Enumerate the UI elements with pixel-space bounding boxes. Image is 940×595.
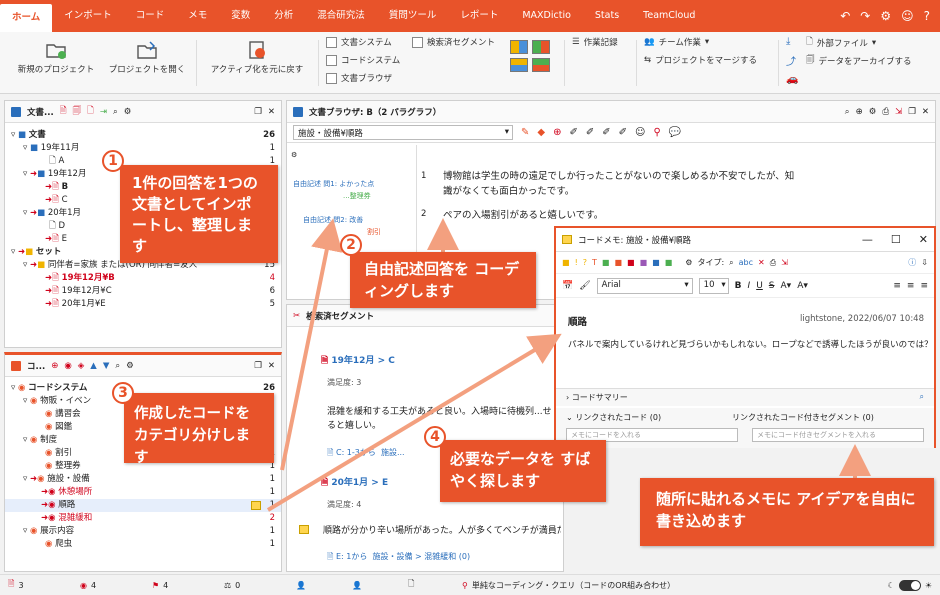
status-value: 0 [235,580,241,590]
doc-icon: 🗋 [408,579,415,588]
callout-text: 作成したコードを カテゴリ分けします [134,406,250,466]
callout-text: 自由記述回答を コーディングします [364,260,520,300]
callout-import: 1件の回答を1つの文書としてインポートし、整理します [120,165,278,263]
user-icon: 👤 [352,580,362,590]
moon-icon: ☾ [887,580,895,590]
status-user[interactable]: 👤 [288,581,344,590]
status-doc[interactable]: 🗋 [400,578,456,592]
status-docs[interactable]: 🗎 3 [0,578,72,592]
status-segments[interactable]: ⚑ 4 [144,581,216,590]
segments-icon: ⚑ [152,580,160,590]
user-icon: 👤 [296,580,306,590]
callout-number: 1 [102,150,124,172]
callout-categorize: 作成したコードを カテゴリ分けします [124,393,274,466]
status-codes[interactable]: ◉ 4 [72,581,144,590]
sun-icon: ☀ [924,580,932,590]
callout-text: 随所に貼れるメモに アイデアを自由に書き込めます [656,490,916,530]
query-icon: ⚲ [462,580,468,590]
status-value: 4 [90,580,97,590]
callout-search: 必要なデータを すばやく探します [440,440,606,502]
callout-memo: 随所に貼れるメモに アイデアを自由に書き込めます [640,478,934,546]
callout-number: 3 [112,382,134,404]
arrow-to-browser [280,218,343,471]
code-icon: ◉ [80,580,87,590]
weight-icon: ⚖ [224,580,232,590]
status-query-text: 単純なコーディング・クエリ（コードのOR組み合わせ） [471,580,676,590]
callout-number: 2 [340,234,362,256]
status-query[interactable]: ⚲ 単純なコーディング・クエリ（コードのOR組み合わせ） [456,580,675,591]
status-user-alt[interactable]: 👤 [344,581,400,590]
callout-number: 4 [424,426,446,448]
status-value: 3 [18,580,24,590]
status-weight[interactable]: ⚖ 0 [216,581,288,590]
doc-icon: 🗎 [8,579,15,588]
status-value: 4 [163,580,169,590]
callout-coding: 自由記述回答を コーディングします [350,252,536,308]
callout-text: 1件の回答を1つの文書としてインポートし、整理します [132,174,258,255]
theme-toggle[interactable]: ☾ ☀ [887,579,940,591]
callout-text: 必要なデータを すばやく探します [450,450,591,490]
status-bar: 🗎 3 ◉ 4 ⚑ 4 ⚖ 0 👤 👤 🗋 ⚲ 単純なコーディング・クエリ（コードのOR組… [0,574,940,595]
